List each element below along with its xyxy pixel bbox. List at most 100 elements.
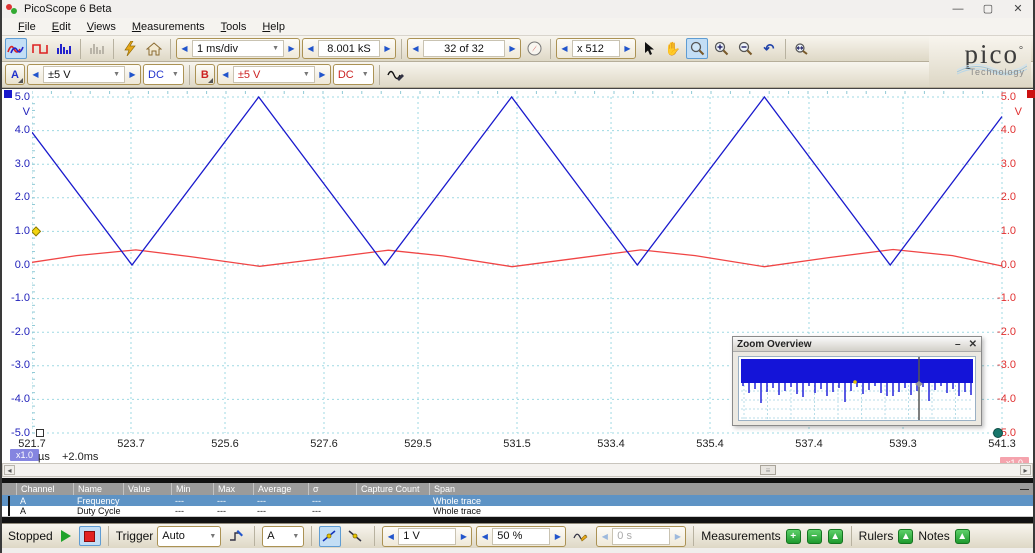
cell-sigma: ---	[312, 495, 321, 506]
trigger-label: Trigger	[115, 529, 154, 543]
menu-item-help[interactable]: Help	[254, 19, 293, 35]
trigger-level-input[interactable]: 1 V	[398, 527, 457, 545]
zoom-full-icon[interactable]	[791, 38, 813, 59]
rulers-button[interactable]: ▲	[898, 528, 914, 544]
samples-prev-icon[interactable]: ◀	[303, 44, 318, 53]
zoom-prev-icon[interactable]: ◀	[557, 44, 572, 53]
menu-item-edit[interactable]: Edit	[44, 19, 79, 35]
channel-a-coupling-select[interactable]: DC ▼	[143, 64, 184, 85]
persistence-view-icon[interactable]	[86, 38, 108, 59]
samples-next-icon[interactable]: ▶	[380, 44, 395, 53]
zoom-factor-input[interactable]: x 512	[572, 40, 620, 57]
trigger-marker-icon[interactable]	[32, 226, 42, 237]
menu-item-tools[interactable]: Tools	[213, 19, 255, 35]
column-header-σ[interactable]: σ	[308, 483, 356, 495]
zoom-overview-minimize-icon[interactable]: –	[955, 339, 961, 350]
notes-button[interactable]: ▲	[954, 528, 970, 544]
falling-edge-icon[interactable]	[345, 526, 367, 547]
menu-item-file[interactable]: File	[10, 19, 44, 35]
close-icon[interactable]: ✕	[1003, 0, 1033, 18]
measurement-row-duty-cycle[interactable]: A Duty Cycle --- --- --- --- Whole trace	[2, 506, 1033, 517]
cell-average: ---	[257, 495, 266, 506]
channel-a-range-prev-icon[interactable]: ◀	[28, 70, 43, 79]
trigger-delay-up-icon[interactable]: ▶	[670, 532, 685, 541]
x-scale-badge-left[interactable]: x1.0	[10, 449, 40, 461]
pan-tool-icon[interactable]: ✋	[662, 38, 684, 59]
zoom-overview-window[interactable]: Zoom Overview – ✕	[732, 336, 982, 426]
zoom-in-tool-icon[interactable]	[710, 38, 732, 59]
waveform-plot[interactable]: 5.0 4.0 3.0 2.0 1.0 0.0 -1.0 -2.0 -3.0 -4.0 -5.0 V V…	[2, 88, 1035, 469]
scroll-right-icon[interactable]: ▸	[1020, 465, 1031, 475]
scroll-left-icon[interactable]: ◂	[4, 465, 15, 475]
segment-navigator-icon[interactable]	[523, 38, 545, 59]
menu-item-views[interactable]: Views	[79, 19, 124, 35]
zoom-overview-close-icon[interactable]: ✕	[969, 339, 977, 350]
column-header-name[interactable]: Name	[73, 483, 123, 495]
start-capture-icon[interactable]	[60, 530, 71, 542]
measurements-panel-minimize-icon[interactable]: —	[1016, 483, 1029, 495]
window-zoom-tool-icon[interactable]	[686, 38, 708, 59]
channel-b-options-button[interactable]: B	[194, 64, 215, 85]
column-header-max[interactable]: Max	[213, 483, 253, 495]
advanced-trigger-icon[interactable]	[225, 526, 247, 547]
zoom-overview-titlebar[interactable]: Zoom Overview – ✕	[733, 337, 981, 352]
zoom-out-tool-icon[interactable]	[734, 38, 756, 59]
zoom-overview-body[interactable]	[738, 356, 976, 421]
signal-generator-icon[interactable]	[385, 64, 407, 85]
pre-trigger-up-icon[interactable]: ▶	[550, 532, 565, 541]
scrollbar-thumb[interactable]	[760, 465, 776, 475]
home-icon[interactable]	[143, 38, 165, 59]
samples-input[interactable]: 8.001 kS	[318, 40, 380, 57]
add-measurement-button[interactable]: +	[785, 528, 801, 544]
channel-b-axis-indicator	[1027, 90, 1035, 98]
column-header-value[interactable]: Value	[123, 483, 171, 495]
channel-b-range-select[interactable]: ±5 V ▼	[232, 66, 315, 83]
channel-a-range-select[interactable]: ±5 V ▼	[43, 66, 125, 83]
square-wave-view-icon[interactable]	[29, 38, 51, 59]
channel-a-range-next-icon[interactable]: ▶	[125, 70, 140, 79]
spectrum-view-icon[interactable]	[53, 38, 75, 59]
column-header-span[interactable]: Span	[429, 483, 1033, 495]
column-header-average[interactable]: Average	[253, 483, 308, 495]
post-trigger-delay-icon[interactable]	[570, 526, 592, 547]
rising-edge-icon[interactable]	[319, 525, 342, 547]
trigger-level-up-icon[interactable]: ▶	[456, 532, 471, 541]
timebase-next-icon[interactable]: ▶	[284, 44, 299, 53]
trigger-level-down-icon[interactable]: ◀	[383, 532, 398, 541]
channel-b-range-prev-icon[interactable]: ◀	[218, 70, 233, 79]
channel-b-coupling-select[interactable]: DC ▼	[332, 64, 374, 85]
pointer-tool-icon[interactable]	[638, 38, 660, 59]
undo-zoom-icon[interactable]: ↶	[758, 38, 780, 59]
channel-a-axis-handle[interactable]	[36, 429, 44, 437]
edit-measurement-button[interactable]: ▲	[827, 528, 843, 544]
channel-b-axis-handle[interactable]	[993, 428, 1003, 438]
x-axis-label-537.4: 537.4	[795, 438, 823, 450]
column-header-capture-count[interactable]: Capture Count	[356, 483, 429, 495]
segment-next-icon[interactable]: ▶	[505, 44, 520, 53]
measurement-row-frequency[interactable]: A Frequency --- --- --- --- Whole trace	[2, 495, 1033, 506]
pre-trigger-input[interactable]: 50 %	[492, 527, 551, 545]
column-header-channel[interactable]: Channel	[16, 483, 73, 495]
menu-item-measurements[interactable]: Measurements	[124, 19, 213, 35]
segment-input[interactable]: 32 of 32	[423, 40, 505, 57]
column-header-min[interactable]: Min	[171, 483, 213, 495]
minimize-icon[interactable]: —	[943, 0, 973, 18]
zoom-next-icon[interactable]: ▶	[620, 44, 635, 53]
scope-view-icon[interactable]	[5, 38, 27, 59]
timebase-prev-icon[interactable]: ◀	[177, 44, 192, 53]
channel-b-range-next-icon[interactable]: ▶	[315, 70, 330, 79]
stop-capture-button[interactable]	[78, 526, 101, 546]
y-axis-b-label-2.0: 2.0	[1000, 191, 1016, 204]
trigger-mode-select[interactable]: Auto ▼	[157, 525, 222, 547]
trigger-delay-down-icon[interactable]: ◀	[597, 532, 612, 541]
pre-trigger-down-icon[interactable]: ◀	[477, 532, 492, 541]
segment-prev-icon[interactable]: ◀	[408, 44, 423, 53]
timebase-select[interactable]: 1 ms/div ▼	[192, 40, 284, 57]
restore-icon[interactable]: ▢	[973, 0, 1003, 18]
trigger-delay-input[interactable]: 0 s	[612, 527, 671, 545]
horizontal-scrollbar[interactable]: ◂ ▸	[2, 463, 1033, 477]
trigger-source-select[interactable]: A ▼	[262, 525, 305, 547]
delete-measurement-button[interactable]: −	[806, 528, 822, 544]
channel-a-options-button[interactable]: A	[5, 64, 25, 85]
auto-setup-icon[interactable]	[119, 38, 141, 59]
